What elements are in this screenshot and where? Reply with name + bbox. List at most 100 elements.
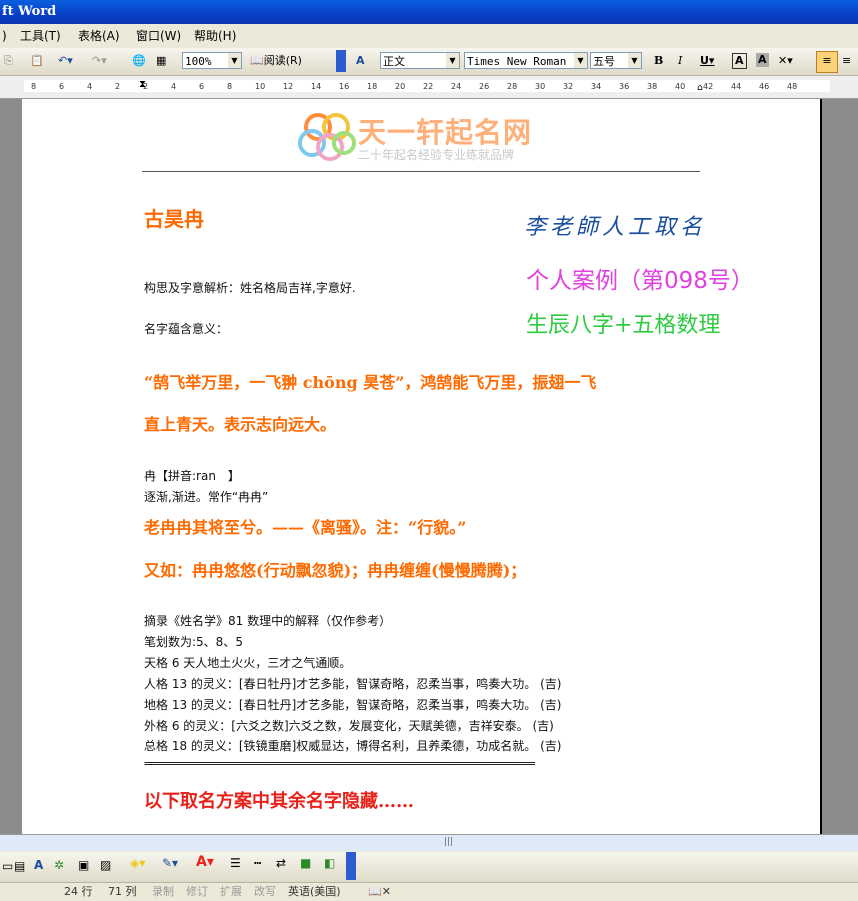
ruler-tick-label: 40 xyxy=(675,82,686,91)
font-size-select[interactable]: 五号 ▼ xyxy=(590,52,642,69)
undo-icon[interactable]: ↶▾ xyxy=(58,52,73,70)
stroke-count: 笔划数为:5、8、5 xyxy=(144,635,243,649)
menu-fragment: ) xyxy=(2,29,7,43)
ruler-tick-label: 42 xyxy=(703,82,714,91)
status-col: 71 列 xyxy=(108,885,137,898)
align-left-icon[interactable]: ≡ xyxy=(816,51,838,73)
menu-bar: ) 工具(T) 表格(A) 窗口(W) 帮助(H) xyxy=(0,24,858,48)
analysis-text: 构思及字意解析：姓名格局吉祥,字意好. xyxy=(144,281,356,295)
ruler-tick-label: 30 xyxy=(535,82,546,91)
line-color-icon[interactable]: ✎▾ xyxy=(162,856,178,870)
ruler-tick-label: 18 xyxy=(367,82,378,91)
ruler-tick-label: 8 xyxy=(227,82,233,91)
ruler-tick-label: 36 xyxy=(619,82,630,91)
meaning-label: 名字蕴含意义： xyxy=(144,322,229,336)
toolbar-grip[interactable] xyxy=(336,50,346,72)
status-ovr[interactable]: 改写 xyxy=(254,883,276,901)
status-bar: 24 行 71 列 录制 修订 扩展 改写 英语(美国) 📖✕ xyxy=(0,882,858,901)
ruler-tick-label: 4 xyxy=(171,82,177,91)
italic-button[interactable]: I xyxy=(678,52,682,70)
book-icon: 📖 xyxy=(250,54,264,67)
menu-table[interactable]: 表格(A) xyxy=(78,24,120,48)
table-icon[interactable]: ▦ xyxy=(156,52,166,70)
toolbar-grip[interactable] xyxy=(346,852,356,880)
wai-ge: 外格 6 的灵义：[六爻之数]六爻之数，发展变化，天赋美德，吉祥安泰。 (吉) xyxy=(144,719,554,733)
ruler-tick-label: 44 xyxy=(731,82,742,91)
ruler-tick-label: 38 xyxy=(647,82,658,91)
document-page[interactable]: 天一轩起名网 二十年起名经验专业练就品牌 古昊冉 李老師人工取名 个人案例（第0… xyxy=(22,99,822,834)
menu-help[interactable]: 帮助(H) xyxy=(194,24,236,48)
chevron-down-icon: ▼ xyxy=(228,53,241,68)
window-title: ft Word xyxy=(2,4,57,19)
font-color-icon[interactable]: A▾ xyxy=(196,854,214,870)
horizontal-ruler[interactable]: 8 6 4 2 2 4 6 8 10 12 14 16 18 20 22 24 26 28 30 32 34 36 38 40… xyxy=(0,76,858,99)
ruler-tick-label: 48 xyxy=(787,82,798,91)
arrow-style-icon[interactable]: ⇄ xyxy=(276,856,286,870)
paste-icon[interactable]: 📋 xyxy=(30,52,44,70)
style-select[interactable]: 正文 ▼ xyxy=(380,52,460,69)
ran-quote-2: 又如：冉冉悠悠(行动飘忽貌)；冉冉缠缠(慢慢腾腾)； xyxy=(144,561,527,580)
ruler-tick-label: 26 xyxy=(479,82,490,91)
logo-circles-icon xyxy=(298,113,356,161)
picture-icon[interactable]: ▨ xyxy=(100,858,111,872)
zong-ge: 总格 18 的灵义：[铁镜重磨]权威显达，博得名利，且养柔德，功成名就。 (吉) xyxy=(144,739,562,753)
drawing-toolbar: ▭ ▤ A ✲ ▣ ▨ ◈▾ ✎▾ A▾ ☰ ┅ ⇄ ■ ◧ xyxy=(0,852,858,882)
styles-icon[interactable]: A xyxy=(356,52,365,70)
zoom-select[interactable]: 100% ▼ xyxy=(182,52,242,69)
ran-meaning: 逐渐,渐进。常作“冉冉” xyxy=(144,490,269,504)
ruler-tick-label: 10 xyxy=(255,82,266,91)
line-style-icon[interactable]: ☰ xyxy=(230,856,241,870)
char-border-button[interactable]: A xyxy=(732,53,747,69)
scroll-grip-icon[interactable]: ||| xyxy=(444,837,453,847)
dash-style-icon[interactable]: ┅ xyxy=(254,856,261,870)
ruler-tick-label: 6 xyxy=(199,82,205,91)
ruler-tick-label: 2 xyxy=(115,82,121,91)
stamp-case: 个人案例（第098号） xyxy=(526,268,754,294)
align-center-icon[interactable]: ≡ xyxy=(842,52,851,70)
stamp-teacher: 李老師人工取名 xyxy=(524,215,707,240)
shadow-icon[interactable]: ■ xyxy=(300,856,311,870)
status-language[interactable]: 英语(美国) xyxy=(288,883,341,901)
chevron-down-icon: ▼ xyxy=(446,53,459,68)
horizontal-scrollbar[interactable]: ||| xyxy=(0,834,858,851)
logo-title: 天一轩起名网 xyxy=(358,116,533,149)
vertical-textbox-icon[interactable]: ▤ xyxy=(14,859,25,873)
ruler-tick-label: 20 xyxy=(395,82,406,91)
fill-color-icon[interactable]: ◈▾ xyxy=(130,856,145,870)
ruler-tick-label: 14 xyxy=(311,82,322,91)
redo-icon[interactable]: ↷▾ xyxy=(92,52,107,70)
read-button[interactable]: 📖阅读(R) xyxy=(250,52,302,70)
globe-icon[interactable]: 🌐 xyxy=(132,52,146,70)
document-area: 天一轩起名网 二十年起名经验专业练就品牌 古昊冉 李老師人工取名 个人案例（第0… xyxy=(0,99,858,834)
ren-ge: 人格 13 的灵义：[春日牡丹]才艺多能，智谋奇略，忍柔当事，鸣奏大功。 (吉) xyxy=(144,677,562,691)
excerpt-title: 摘录《姓名学》81 数理中的解释（仅作参考） xyxy=(144,614,392,628)
chevron-down-icon: ▼ xyxy=(574,53,587,68)
char-scale-icon[interactable]: ✕▾ xyxy=(778,52,793,70)
ruler-tick-label: 22 xyxy=(423,82,434,91)
menu-window[interactable]: 窗口(W) xyxy=(136,24,181,48)
ruler-tick-label: 28 xyxy=(507,82,518,91)
indent-marker-icon[interactable]: ⧗ xyxy=(139,79,146,90)
menu-tools[interactable]: 工具(T) xyxy=(20,24,61,48)
status-trk[interactable]: 修订 xyxy=(186,883,208,901)
bold-button[interactable]: B xyxy=(654,52,663,70)
clipart-icon[interactable]: ▣ xyxy=(78,858,89,872)
char-shading-button[interactable]: A xyxy=(756,53,769,67)
copy-icon[interactable]: ⎘ xyxy=(4,52,13,70)
diagram-icon[interactable]: ✲ xyxy=(54,858,64,872)
logo-subtitle: 二十年起名经验专业练就品牌 xyxy=(358,148,515,162)
textbox-icon[interactable]: ▭ xyxy=(2,859,13,873)
right-indent-marker-icon[interactable]: ⌂ xyxy=(697,83,703,93)
underline-button[interactable]: U▾ xyxy=(700,52,714,70)
status-ext[interactable]: 扩展 xyxy=(220,883,242,901)
font-select[interactable]: Times New Roman ▼ xyxy=(464,52,588,69)
ruler-tick-label: 34 xyxy=(591,82,602,91)
ran-pinyin: 冉【拼音:ran 】 xyxy=(144,469,240,483)
3d-icon[interactable]: ◧ xyxy=(324,856,335,870)
spelling-check-icon[interactable]: 📖✕ xyxy=(368,883,391,901)
person-name: 古昊冉 xyxy=(144,207,204,231)
ruler-tick-label: 8 xyxy=(31,82,37,91)
status-rec[interactable]: 录制 xyxy=(152,883,174,901)
wordart-icon[interactable]: A xyxy=(34,858,43,872)
formatting-toolbar: ⎘ 📋 ↶▾ ↷▾ 🌐 ▦ 100% ▼ 📖阅读(R) A 正文 ▼ Times N… xyxy=(0,48,858,76)
